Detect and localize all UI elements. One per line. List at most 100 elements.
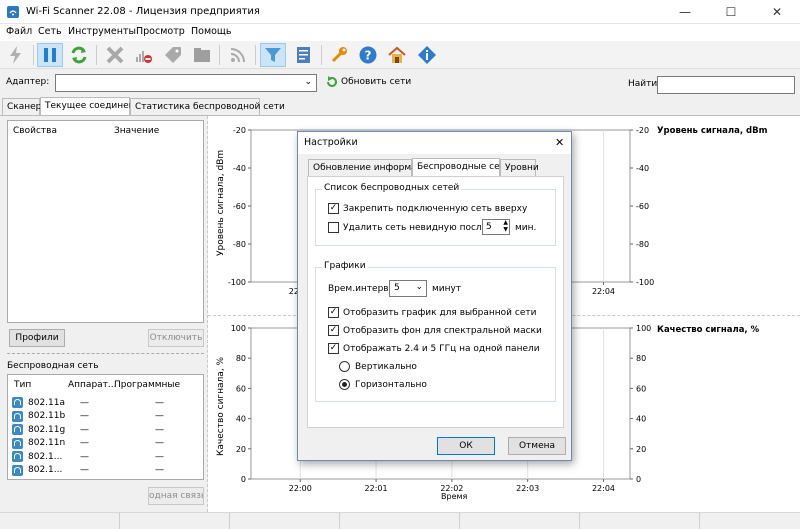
ytick-label-right: 40 bbox=[636, 415, 646, 424]
column-header-hardware[interactable]: Аппарат... bbox=[68, 380, 117, 390]
show-mask-label: Отобразить фон для спектральной маски bbox=[343, 325, 542, 336]
notes-icon[interactable] bbox=[290, 43, 316, 67]
cell-software: — bbox=[155, 424, 164, 435]
disconnect-button[interactable]: Отключить bbox=[148, 329, 204, 347]
search-input[interactable] bbox=[657, 76, 795, 94]
close-button[interactable]: ✕ bbox=[754, 0, 800, 24]
filter-icon[interactable] bbox=[260, 43, 286, 67]
splitter[interactable] bbox=[7, 353, 204, 354]
networks-list-group: Список беспроводных сетей ✓ Закрепить по… bbox=[315, 183, 556, 246]
remove-invisible-checkbox[interactable]: Удалить сеть невидную после bbox=[328, 222, 487, 233]
chevron-down-icon: ⌄ bbox=[415, 282, 423, 292]
home-icon[interactable] bbox=[384, 43, 410, 67]
dialog-tab-levels[interactable]: Уровни bbox=[500, 159, 539, 176]
checkbox-show-graph[interactable]: ✓ bbox=[328, 307, 339, 318]
ytick-label-right: -80 bbox=[636, 240, 649, 249]
ytick-label: -80 bbox=[233, 240, 246, 249]
dialog-tab-wireless[interactable]: Беспроводные сети bbox=[412, 158, 511, 176]
checkbox-pin[interactable]: ✓ bbox=[328, 203, 339, 214]
lightning-icon[interactable] bbox=[3, 43, 29, 67]
remove-unit-label: мин. bbox=[515, 223, 537, 233]
table-row[interactable]: 802.11n — — bbox=[12, 437, 200, 450]
status-cell bbox=[460, 513, 580, 529]
dialog-tab-update[interactable]: Обновление информации bbox=[308, 159, 435, 176]
horizontal-radio[interactable]: Горизонтально bbox=[339, 379, 427, 390]
show-mask-checkbox[interactable]: ✓ Отобразить фон для спектральной маски bbox=[328, 325, 542, 336]
dialog-tab-content: Список беспроводных сетей ✓ Закрепить по… bbox=[307, 176, 564, 428]
wireless-link-button[interactable]: одная связь в bbox=[148, 487, 204, 505]
interval-unit-label: минут bbox=[432, 284, 462, 294]
signal-block-icon[interactable] bbox=[131, 43, 157, 67]
dialog-close-button[interactable]: ✕ bbox=[555, 136, 564, 149]
clear-icon[interactable] bbox=[102, 43, 128, 67]
checkbox-remove[interactable] bbox=[328, 222, 339, 233]
column-header-property[interactable]: Свойства bbox=[13, 126, 57, 136]
refresh-icon[interactable] bbox=[66, 43, 92, 67]
column-header-value[interactable]: Значение bbox=[114, 126, 159, 136]
menu-file[interactable]: Файл bbox=[6, 26, 32, 37]
folder-icon[interactable] bbox=[189, 43, 215, 67]
table-row[interactable]: 802.1... — — bbox=[12, 450, 200, 463]
vertical-label: Вертикально bbox=[355, 361, 417, 372]
checkbox-single-panel[interactable]: ✓ bbox=[328, 343, 339, 354]
table-row[interactable]: 802.11b — — bbox=[12, 410, 200, 423]
pause-icon[interactable] bbox=[37, 43, 63, 67]
xtick-label: 22:04 bbox=[592, 484, 615, 493]
ytick-label-right: -100 bbox=[636, 278, 654, 287]
single-panel-checkbox[interactable]: ✓ Отображать 2.4 и 5 ГГц на одной панели bbox=[328, 343, 540, 354]
cell-hardware: — bbox=[80, 451, 89, 462]
remove-minutes-spinner[interactable]: 5 ▲ ▼ bbox=[482, 219, 510, 235]
refresh-networks-button[interactable]: Обновить сети bbox=[341, 77, 411, 87]
ytick-label: -40 bbox=[233, 164, 246, 173]
cell-hardware: — bbox=[80, 438, 89, 448]
chart1-right-title: Уровень сигнала, dBm bbox=[657, 126, 768, 136]
wrench-icon[interactable] bbox=[326, 43, 352, 67]
cell-type: 802.11g bbox=[28, 424, 66, 435]
info-icon[interactable] bbox=[414, 43, 440, 67]
table-row[interactable]: 802.11a — — bbox=[12, 396, 200, 409]
checkbox-show-mask[interactable]: ✓ bbox=[328, 325, 339, 336]
ytick-label-right: 80 bbox=[636, 354, 646, 363]
column-header-software[interactable]: Программные bbox=[114, 380, 180, 390]
properties-list[interactable]: Свойства Значение bbox=[7, 120, 204, 323]
pin-connected-checkbox[interactable]: ✓ Закрепить подключенную сеть вверху bbox=[328, 203, 527, 214]
remove-invisible-label: Удалить сеть невидную после bbox=[343, 222, 488, 233]
radio-horizontal[interactable] bbox=[339, 379, 350, 390]
wireless-table[interactable]: Тип Аппарат... Программные 802.11a — —802.… bbox=[7, 374, 204, 480]
column-header-type[interactable]: Тип bbox=[14, 380, 31, 390]
tab-current-connection[interactable]: Текущее соединение bbox=[40, 97, 146, 115]
interval-select[interactable]: 5 ⌄ bbox=[389, 280, 427, 297]
adapter-label: Адаптер: bbox=[6, 77, 50, 87]
maximize-button[interactable]: ☐ bbox=[708, 0, 754, 24]
cancel-button[interactable]: Отмена bbox=[508, 437, 566, 455]
wireless-section-title: Беспроводная сеть bbox=[7, 361, 99, 371]
tab-wireless-statistics[interactable]: Статистика беспроводной сети bbox=[130, 98, 285, 115]
show-graph-checkbox[interactable]: ✓ Отобразить график для выбранной сети bbox=[328, 307, 536, 318]
menu-network[interactable]: Сеть bbox=[38, 26, 62, 37]
toolbar-separator bbox=[321, 45, 322, 65]
vertical-radio[interactable]: Вертикально bbox=[339, 361, 417, 372]
help-icon[interactable]: ? bbox=[355, 43, 381, 67]
ytick-label: -100 bbox=[228, 278, 246, 287]
refresh-small-icon[interactable] bbox=[326, 76, 338, 88]
rss-icon[interactable] bbox=[225, 43, 251, 67]
tab-scanner[interactable]: Сканер bbox=[2, 98, 41, 115]
tag-icon[interactable] bbox=[160, 43, 186, 67]
menu-help[interactable]: Помощь bbox=[191, 26, 231, 37]
radio-vertical[interactable] bbox=[339, 361, 350, 372]
table-row[interactable]: 802.1... — — bbox=[12, 464, 200, 477]
toolbar: ? bbox=[0, 41, 800, 69]
spinner-arrows-icon[interactable]: ▲ ▼ bbox=[503, 219, 508, 233]
menu-tools[interactable]: Инструменты bbox=[68, 26, 136, 37]
ok-button[interactable]: ОК bbox=[437, 437, 495, 455]
table-row[interactable]: 802.11g — — bbox=[12, 423, 200, 436]
menu-view[interactable]: Просмотр bbox=[136, 26, 185, 37]
adapter-select[interactable]: ⌄ bbox=[55, 74, 317, 92]
profiles-button[interactable]: Профили bbox=[9, 329, 65, 347]
cell-hardware: — bbox=[80, 397, 89, 408]
chart1-ylabel: Уровень сигнала, dBm bbox=[216, 149, 226, 256]
chart2-ylabel: Качество сигнала, % bbox=[216, 356, 226, 456]
pin-connected-label: Закрепить подключенную сеть вверху bbox=[343, 203, 528, 214]
ytick-label: 80 bbox=[236, 354, 246, 363]
minimize-button[interactable]: — bbox=[662, 0, 708, 24]
